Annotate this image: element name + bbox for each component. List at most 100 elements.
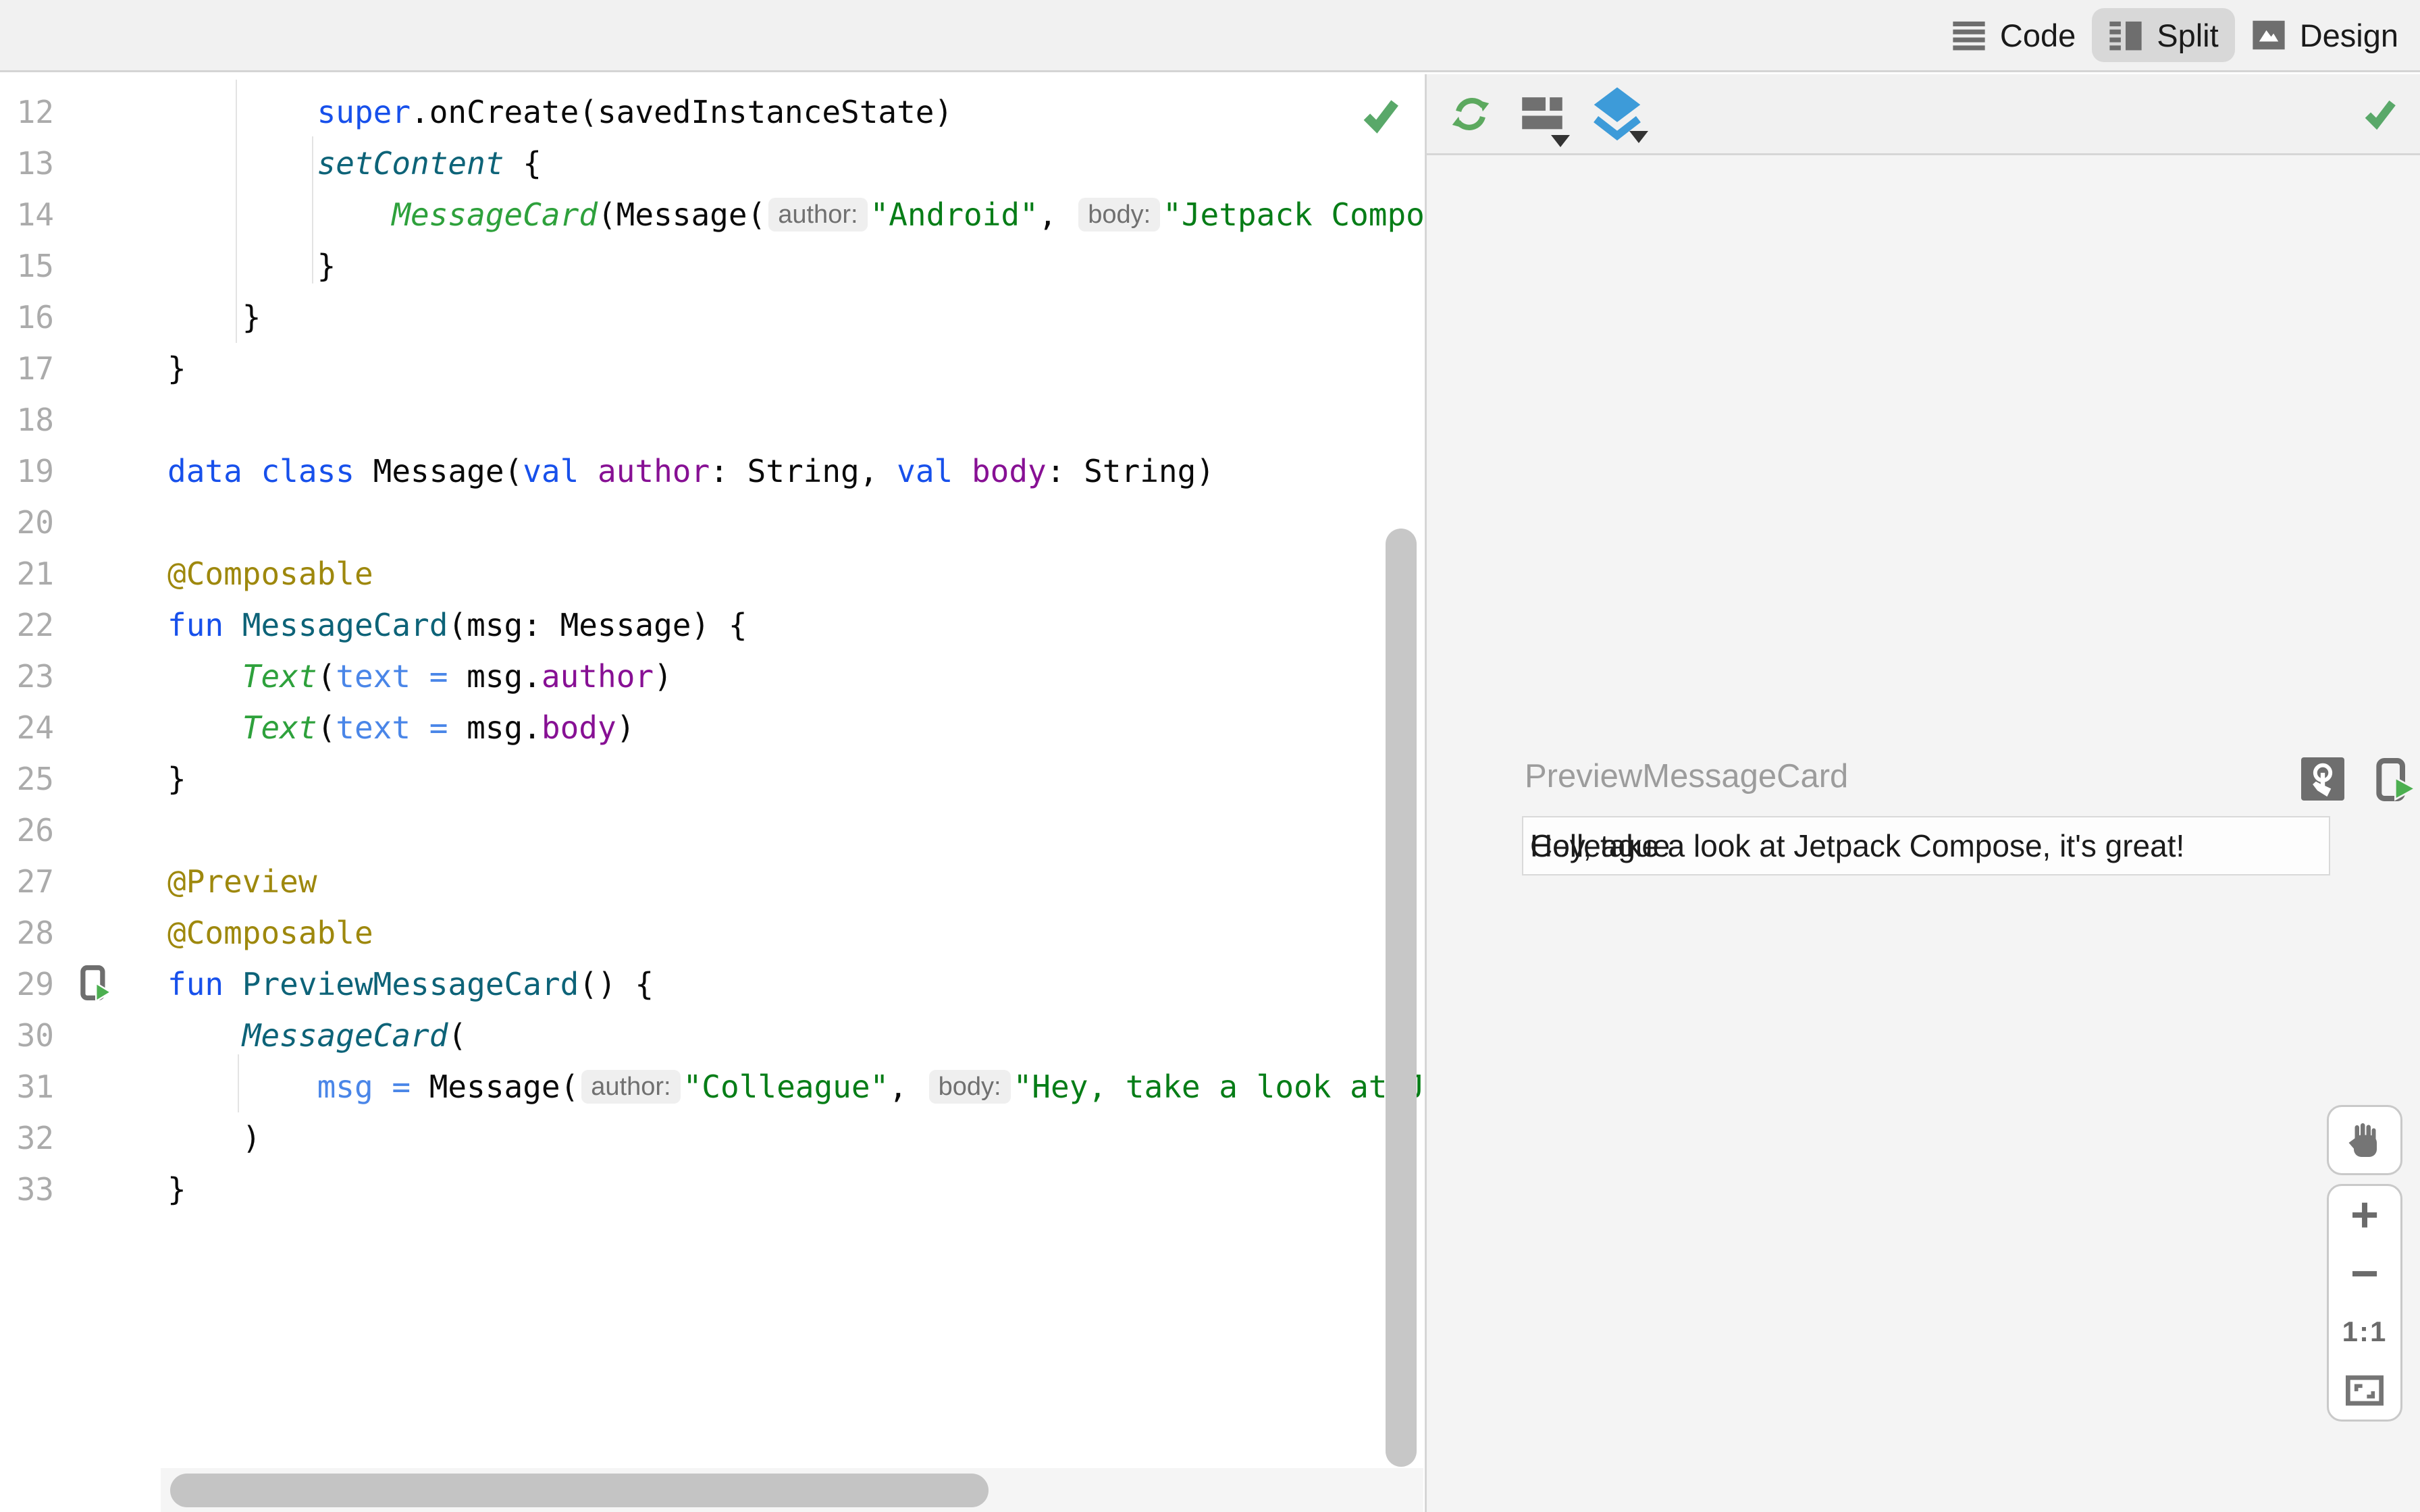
- line-number[interactable]: 27: [0, 856, 54, 907]
- tab-design[interactable]: Design: [2235, 8, 2415, 62]
- message-body-text: Hey, take a look at Jetpack Compose, it'…: [1530, 828, 2185, 863]
- code-line[interactable]: 26: [0, 805, 1423, 856]
- code-line[interactable]: 21 @Composable: [0, 548, 1423, 599]
- code-text: msg = Message(author: "Colleague", body: "…: [317, 1069, 1423, 1105]
- zoom-out-button[interactable]: −: [2329, 1245, 2400, 1303]
- code-line[interactable]: 14 MessageCard(Message(author: "Android",…: [0, 189, 1423, 240]
- line-number[interactable]: 14: [0, 189, 54, 240]
- line-number[interactable]: 20: [0, 497, 54, 548]
- code-line[interactable]: 19 data class Message(val author: String,…: [0, 446, 1423, 497]
- code-line[interactable]: 30 MessageCard(: [0, 1010, 1423, 1061]
- run-preview-on-device-button[interactable]: [2370, 757, 2420, 802]
- horizontal-scrollbar-thumb[interactable]: [170, 1474, 989, 1507]
- code-text: }: [317, 248, 336, 284]
- code-text: }: [167, 350, 186, 387]
- code-line[interactable]: 15 }: [0, 240, 1423, 292]
- code-text: @Preview: [167, 863, 317, 900]
- layout-variants-icon[interactable]: [1521, 96, 1570, 147]
- line-number[interactable]: 19: [0, 446, 54, 497]
- hand-icon: [2348, 1123, 2377, 1157]
- line-number[interactable]: 17: [0, 343, 54, 394]
- line-number[interactable]: 21: [0, 548, 54, 599]
- line-number[interactable]: 15: [0, 240, 54, 292]
- tab-code[interactable]: Code: [1935, 8, 2092, 62]
- tab-split[interactable]: Split: [2092, 8, 2235, 62]
- code-line[interactable]: 31 msg = Message(author: "Colleague", bod…: [0, 1061, 1423, 1112]
- code-line[interactable]: 22 fun MessageCard(msg: Message) {: [0, 599, 1423, 651]
- layers-icon[interactable]: [1590, 84, 1648, 146]
- code-text: data class Message(val author: String, v…: [167, 453, 1215, 489]
- tab-split-label: Split: [2157, 17, 2219, 53]
- line-number[interactable]: 12: [0, 86, 54, 138]
- vertical-scrollbar-thumb[interactable]: [1386, 529, 1417, 1467]
- code-text: MessageCard(Message(author: "Android", bo…: [392, 196, 1423, 233]
- code-line[interactable]: 28 @Composable: [0, 907, 1423, 959]
- line-number[interactable]: 29: [0, 959, 54, 1010]
- code-text: }: [167, 761, 186, 797]
- line-number[interactable]: 23: [0, 651, 54, 702]
- build-refresh-icon[interactable]: [1448, 92, 1493, 140]
- inspections-ok-icon[interactable]: [1359, 92, 1403, 136]
- dropdown-arrow: [1551, 135, 1570, 147]
- line-number[interactable]: 24: [0, 702, 54, 753]
- code-line[interactable]: 13 setContent {: [0, 138, 1423, 189]
- horizontal-scrollbar-track[interactable]: [161, 1468, 1423, 1512]
- line-number[interactable]: 32: [0, 1112, 54, 1164]
- line-number[interactable]: 33: [0, 1164, 54, 1215]
- code-text: Text(text = msg.body): [242, 709, 635, 746]
- code-line[interactable]: 32 ): [0, 1112, 1423, 1164]
- line-number[interactable]: 16: [0, 292, 54, 343]
- line-number[interactable]: 25: [0, 753, 54, 805]
- code-line[interactable]: 23 Text(text = msg.author): [0, 651, 1423, 702]
- zoom-controls: + − 1:1: [2327, 1184, 2402, 1422]
- line-number[interactable]: 30: [0, 1010, 54, 1061]
- line-number[interactable]: 13: [0, 138, 54, 189]
- code-text: setContent {: [317, 145, 542, 182]
- code-line[interactable]: 27 @Preview: [0, 856, 1423, 907]
- android-studio-split-editor: Code Split Design 12 super.onCreate(save…: [0, 0, 2420, 1512]
- tab-code-label: Code: [1999, 17, 2076, 53]
- code-text: MessageCard(: [242, 1017, 467, 1054]
- code-line[interactable]: 16 }: [0, 292, 1423, 343]
- code-line[interactable]: 12 super.onCreate(savedInstanceState): [0, 86, 1423, 138]
- zoom-to-fit-icon: [2346, 1375, 2384, 1406]
- code-text: @Composable: [167, 915, 373, 951]
- code-text: }: [242, 299, 261, 335]
- line-number[interactable]: 28: [0, 907, 54, 959]
- code-text: fun PreviewMessageCard() {: [167, 966, 654, 1002]
- code-line[interactable]: 29 fun PreviewMessageCard() {: [0, 959, 1423, 1010]
- code-text: fun MessageCard(msg: Message) {: [167, 607, 747, 643]
- code-line[interactable]: 20: [0, 497, 1423, 548]
- code-editor[interactable]: 12 super.onCreate(savedInstanceState) 13 …: [0, 74, 1423, 1512]
- code-text: super.onCreate(savedInstanceState): [317, 94, 953, 130]
- dropdown-arrow: [1629, 131, 1648, 143]
- preview-name-label[interactable]: PreviewMessageCard: [1525, 757, 1848, 795]
- code-line[interactable]: 33}: [0, 1164, 1423, 1215]
- editor-mode-toolbar: Code Split Design: [0, 0, 2420, 72]
- code-line[interactable]: 25}: [0, 753, 1423, 805]
- zoom-100-button[interactable]: 1:1: [2329, 1303, 2400, 1361]
- preview-title-row: PreviewMessageCard: [1525, 757, 2417, 809]
- line-number[interactable]: 22: [0, 599, 54, 651]
- code-text: ): [242, 1120, 261, 1156]
- preview-status-ok-icon[interactable]: [2361, 93, 2400, 136]
- zoom-in-button[interactable]: +: [2329, 1186, 2400, 1245]
- rendered-message-card[interactable]: Colleague Hey, take a look at Jetpack Co…: [1522, 816, 2330, 875]
- compose-preview-pane: PreviewMessageCard Colleague Hey, take a…: [1425, 74, 2420, 1512]
- line-number[interactable]: 18: [0, 394, 54, 446]
- code-line[interactable]: 17}: [0, 343, 1423, 394]
- code-text: }: [167, 1171, 186, 1208]
- line-number[interactable]: 31: [0, 1061, 54, 1112]
- preview-toolbar: [1427, 74, 2420, 155]
- code-text: Text(text = msg.author): [242, 658, 673, 695]
- line-number[interactable]: 26: [0, 805, 54, 856]
- design-mode-icon: [2251, 19, 2286, 51]
- pan-tool-button[interactable]: [2327, 1105, 2402, 1175]
- code-line[interactable]: 18: [0, 394, 1423, 446]
- zoom-to-fit-button[interactable]: [2329, 1361, 2400, 1420]
- tab-design-label: Design: [2299, 17, 2398, 53]
- code-mode-icon: [1951, 19, 1987, 51]
- interactive-preview-button[interactable]: [2301, 757, 2344, 801]
- run-preview-gutter-icon[interactable]: [76, 965, 115, 1004]
- code-line[interactable]: 24 Text(text = msg.body): [0, 702, 1423, 753]
